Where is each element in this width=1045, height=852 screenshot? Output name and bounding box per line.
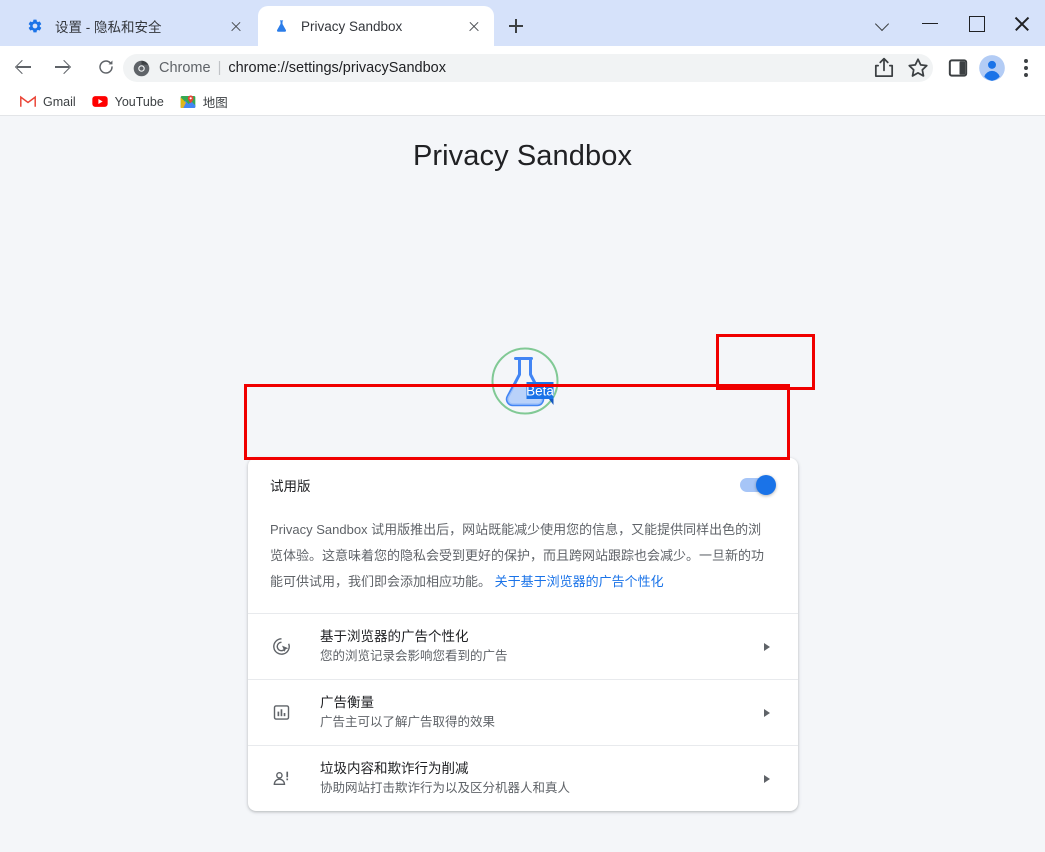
row-title: 基于浏览器的广告个性化 — [320, 629, 469, 644]
window-controls — [861, 0, 1045, 46]
maps-icon — [180, 94, 196, 110]
ad-measurement-icon — [270, 702, 292, 724]
bookmark-youtube[interactable]: YouTube — [84, 90, 172, 114]
close-window-button[interactable] — [999, 0, 1045, 46]
row-text: 基于浏览器的广告个性化 您的浏览记录会影响您看到的广告 — [320, 627, 760, 666]
row-subtitle: 您的浏览记录会影响您看到的广告 — [320, 649, 508, 663]
trial-label: 试用版 — [270, 478, 311, 494]
tab-strip: 设置 - 隐私和安全 Privacy Sandbox — [0, 0, 1045, 46]
row-title: 广告衡量 — [320, 695, 374, 710]
forward-button[interactable] — [46, 50, 80, 84]
beaker-beta-icon: Beta — [483, 339, 567, 423]
row-ad-measurement[interactable]: 广告衡量 广告主可以了解广告取得的效果 — [248, 680, 798, 745]
trial-description: Privacy Sandbox 试用版推出后，网站既能减少使用您的信息，又能提供… — [270, 517, 774, 595]
trial-toggle-switch[interactable] — [740, 474, 776, 495]
youtube-icon — [91, 94, 108, 110]
tab-search-chevron-down-icon[interactable] — [861, 0, 907, 46]
minimize-button[interactable] — [907, 0, 953, 46]
browser-window: 设置 - 隐私和安全 Privacy Sandbox Chrome | chro… — [0, 0, 1045, 852]
row-ad-topics[interactable]: 基于浏览器的广告个性化 您的浏览记录会影响您看到的广告 — [248, 614, 798, 679]
star-icon[interactable] — [904, 54, 932, 82]
page-title: Privacy Sandbox — [412, 140, 633, 172]
chrome-logo-icon — [133, 60, 150, 77]
ad-topics-icon — [270, 636, 292, 658]
tab-title: Privacy Sandbox — [301, 18, 403, 34]
new-tab-button[interactable] — [502, 12, 530, 40]
bookmark-gmail[interactable]: Gmail — [12, 90, 84, 114]
side-panel-icon[interactable] — [944, 54, 972, 82]
page-content: Privacy Sandbox Beta 试用版 Privacy Sandbox… — [0, 117, 1045, 852]
chevron-right-icon — [760, 640, 774, 654]
row-spam-fraud[interactable]: 垃圾内容和欺诈行为削减 协助网站打击欺诈行为以及区分机器人和真人 — [248, 746, 798, 811]
tab-close-button[interactable] — [226, 16, 246, 36]
ad-personalization-link[interactable]: 关于基于浏览器的广告个性化 — [495, 574, 664, 589]
bookmarks-bar: Gmail YouTube 地图 — [0, 88, 1045, 116]
omnibox-url-text[interactable]: chrome://settings/privacySandbox — [228, 60, 446, 76]
trial-toggle-row[interactable]: 试用版 — [248, 458, 798, 511]
bookmark-label: YouTube — [114, 94, 164, 109]
flask-icon — [272, 17, 290, 35]
row-subtitle: 广告主可以了解广告取得的效果 — [320, 715, 496, 729]
three-dot-menu-icon[interactable] — [1012, 54, 1040, 82]
address-bar[interactable]: Chrome | chrome://settings/privacySandbo… — [123, 54, 933, 82]
toggle-knob — [756, 474, 776, 495]
row-text: 垃圾内容和欺诈行为削减 协助网站打击欺诈行为以及区分机器人和真人 — [320, 759, 760, 798]
profile-avatar-icon[interactable] — [978, 54, 1006, 82]
gmail-icon — [20, 94, 36, 110]
tab-settings[interactable]: 设置 - 隐私和安全 — [12, 6, 256, 46]
chevron-right-icon — [760, 772, 774, 786]
row-text: 广告衡量 广告主可以了解广告取得的效果 — [320, 693, 760, 732]
privacy-sandbox-card: 试用版 Privacy Sandbox 试用版推出后，网站既能减少使用您的信息，… — [248, 458, 798, 811]
spam-fraud-icon — [270, 768, 292, 790]
bookmark-label: 地图 — [202, 96, 228, 110]
row-subtitle: 协助网站打击欺诈行为以及区分机器人和真人 — [320, 781, 571, 795]
bookmark-label: Gmail — [43, 94, 76, 109]
reload-button[interactable] — [89, 50, 123, 84]
omnibox-scheme-label: Chrome — [159, 60, 211, 76]
tab-privacy-sandbox[interactable]: Privacy Sandbox — [258, 6, 494, 46]
omnibox-separator: | — [217, 60, 222, 76]
chevron-right-icon — [760, 706, 774, 720]
tab-title: 设置 - 隐私和安全 — [55, 20, 162, 35]
beta-badge-text: Beta — [526, 383, 554, 398]
row-title: 垃圾内容和欺诈行为削减 — [320, 761, 469, 776]
trial-description-block: Privacy Sandbox 试用版推出后，网站既能减少使用您的信息，又能提供… — [248, 511, 798, 613]
tab-close-button[interactable] — [464, 16, 484, 36]
share-icon[interactable] — [870, 54, 898, 82]
back-button[interactable] — [6, 50, 40, 84]
gear-icon — [26, 17, 44, 35]
bookmark-maps[interactable]: 地图 — [172, 90, 236, 114]
maximize-button[interactable] — [953, 0, 999, 46]
